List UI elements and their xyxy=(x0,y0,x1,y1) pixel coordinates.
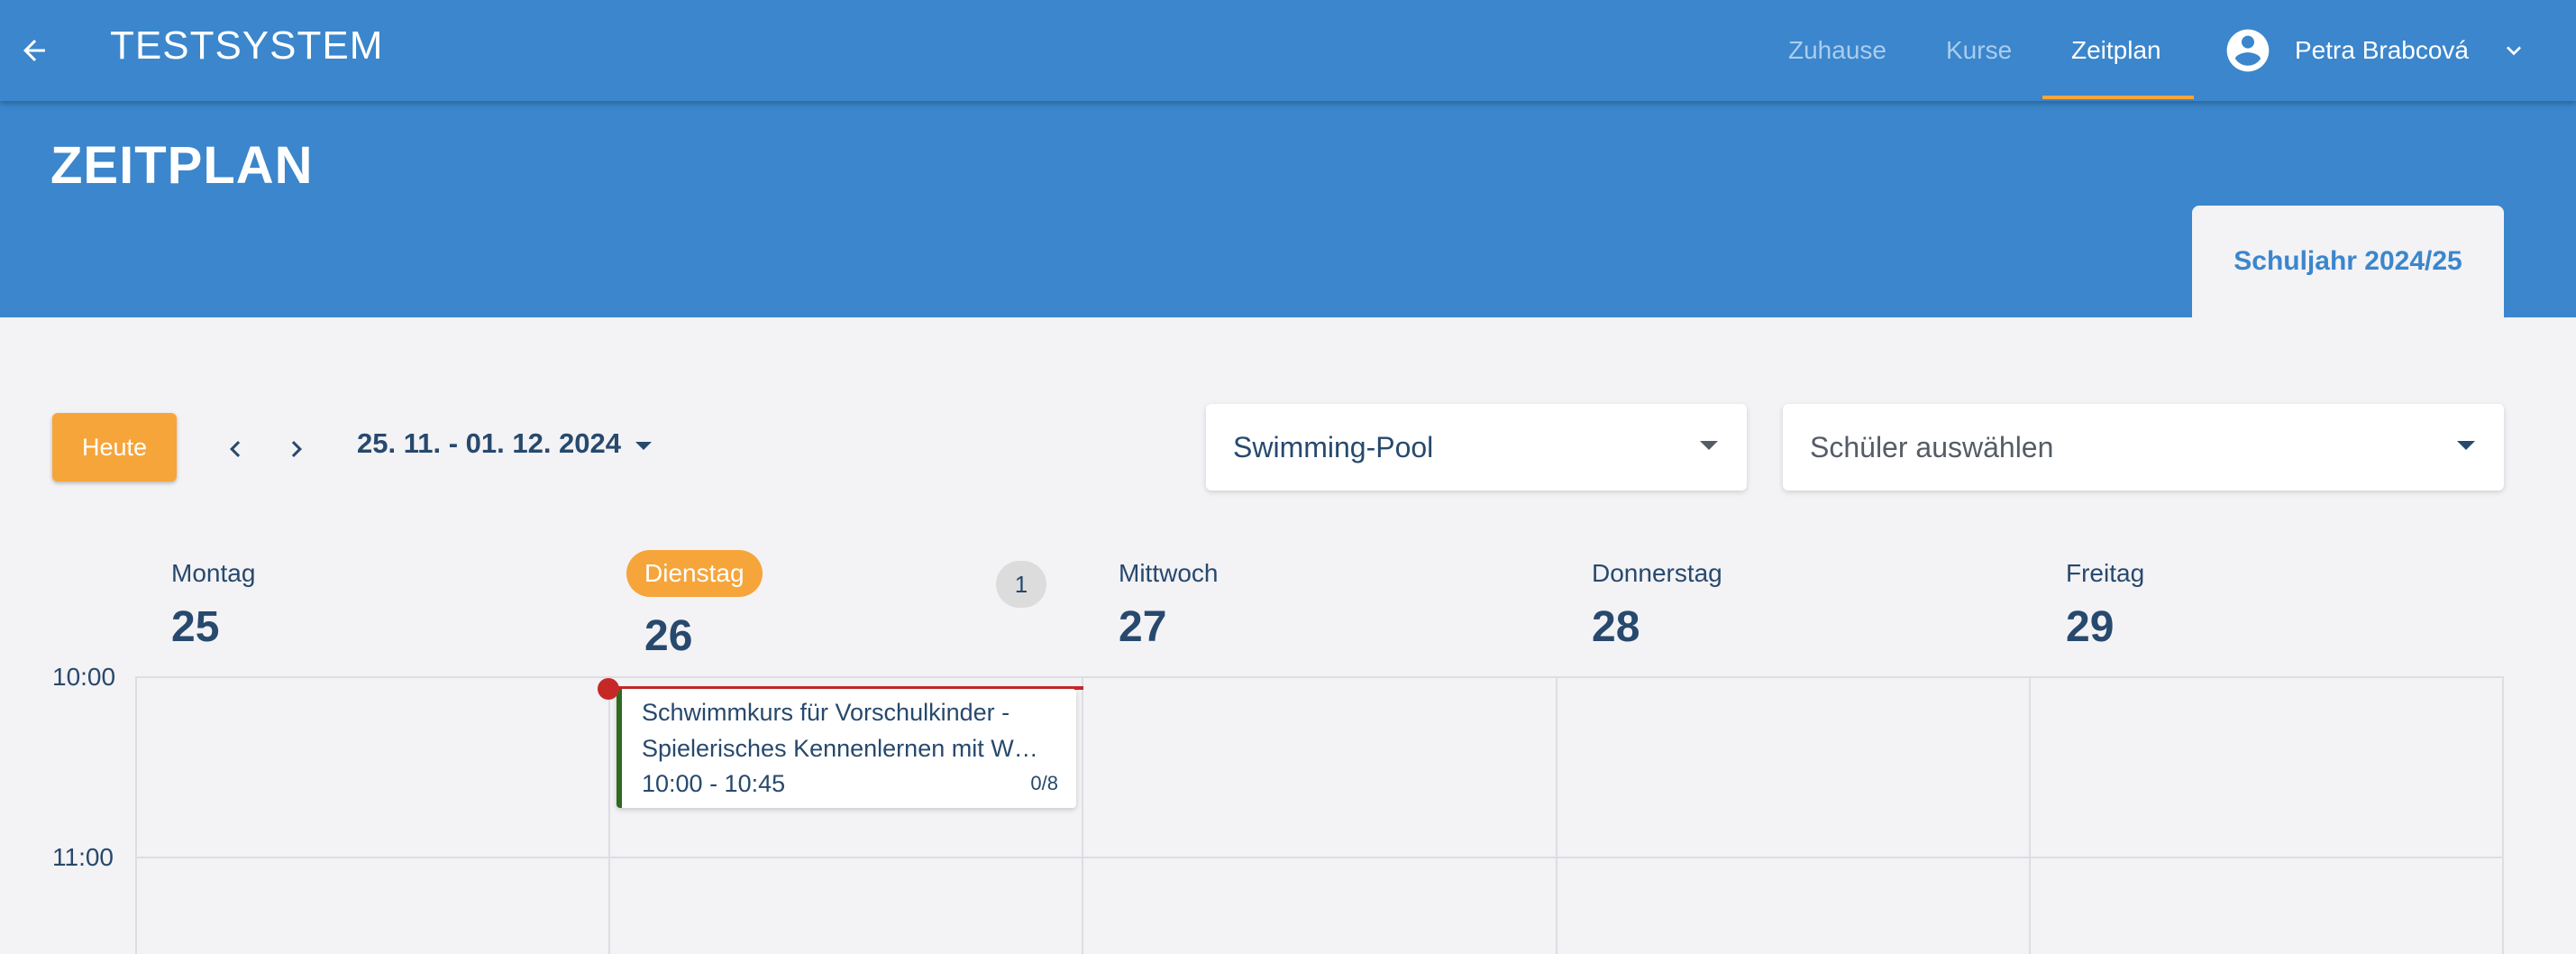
column-divider xyxy=(2502,676,2504,954)
event-time: 10:00 - 10:45 xyxy=(642,770,786,797)
active-nav-indicator xyxy=(2042,96,2194,99)
caret-down-icon xyxy=(2455,439,2477,456)
account-circle-icon xyxy=(2226,29,2270,72)
user-name: Petra Brabcová xyxy=(2295,36,2469,64)
day-header-monday[interactable]: Montag 25 xyxy=(171,559,255,652)
event-capacity: 0/8 xyxy=(1030,772,1058,794)
arrow-left-icon xyxy=(23,40,45,61)
today-button[interactable]: Heute xyxy=(52,413,177,482)
date-range-label: 25. 11. - 01. 12. 2024 xyxy=(357,427,622,459)
day-number: 26 xyxy=(644,612,693,660)
nav-item-zeitplan[interactable]: Zeitplan xyxy=(2071,0,2161,101)
event-title-line1: Schwimmkurs für Vorschulkinder - xyxy=(642,699,1010,726)
date-range-picker[interactable]: 25. 11. - 01. 12. 2024 xyxy=(357,427,653,460)
caret-down-icon xyxy=(634,427,653,460)
day-header-wednesday[interactable]: Mittwoch 27 xyxy=(1119,559,1218,652)
day-name: Freitag xyxy=(2066,559,2145,587)
time-label-11: 11:00 xyxy=(52,843,114,871)
day-number: 27 xyxy=(1119,603,1167,651)
day-header-tuesday[interactable]: Dienstag 26 xyxy=(626,550,763,661)
nav-item-kurse[interactable]: Kurse xyxy=(1946,0,2012,101)
day-number: 28 xyxy=(1592,603,1640,651)
top-app-bar: TESTSYSTEM Zuhause Kurse Zeitplan Petra … xyxy=(0,0,2576,101)
day-number: 25 xyxy=(171,603,220,651)
column-divider xyxy=(2029,676,2031,954)
column-divider xyxy=(1082,676,1083,954)
event-count-badge: 1 xyxy=(996,561,1046,608)
day-header-thursday[interactable]: Donnerstag 28 xyxy=(1592,559,1722,652)
hour-divider xyxy=(135,857,2504,858)
day-name: Donnerstag xyxy=(1592,559,1722,587)
page-header: ZEITPLAN Schuljahr 2024/25 xyxy=(0,101,2576,317)
student-select[interactable]: Schüler auswählen xyxy=(1783,404,2504,491)
day-header-friday[interactable]: Freitag 29 xyxy=(2066,559,2144,652)
location-select[interactable]: Swimming-Pool xyxy=(1206,404,1747,491)
time-label-10: 10:00 xyxy=(52,663,116,691)
day-name: Mittwoch xyxy=(1119,559,1219,587)
caret-down-icon xyxy=(1698,439,1720,456)
student-select-placeholder: Schüler auswählen xyxy=(1810,430,2054,463)
calendar-grid[interactable] xyxy=(135,676,2504,954)
next-week-button[interactable] xyxy=(277,429,316,469)
app-title: TESTSYSTEM xyxy=(110,23,384,68)
chevron-down-icon xyxy=(2499,36,2528,65)
chevron-left-icon xyxy=(230,441,241,457)
event-title-line2: Spielerisches Kennenlernen mit W… xyxy=(642,735,1038,762)
current-time-dot xyxy=(598,678,619,700)
page-title: ZEITPLAN xyxy=(50,136,314,195)
chevron-right-icon xyxy=(291,441,302,457)
column-divider xyxy=(608,676,610,954)
nav-item-zuhause[interactable]: Zuhause xyxy=(1788,0,1886,101)
column-divider xyxy=(1556,676,1557,954)
day-name: Montag xyxy=(171,559,256,587)
day-number: 29 xyxy=(2066,603,2115,651)
previous-week-button[interactable] xyxy=(215,429,255,469)
back-button[interactable] xyxy=(13,29,56,72)
location-select-value: Swimming-Pool xyxy=(1233,430,1434,463)
user-menu[interactable]: Petra Brabcová xyxy=(2223,0,2528,101)
today-day-badge: Dienstag xyxy=(626,550,763,597)
event-card[interactable]: Schwimmkurs für Vorschulkinder - Spieler… xyxy=(617,689,1076,808)
tab-school-year[interactable]: Schuljahr 2024/25 xyxy=(2192,206,2504,317)
column-divider xyxy=(135,676,137,954)
